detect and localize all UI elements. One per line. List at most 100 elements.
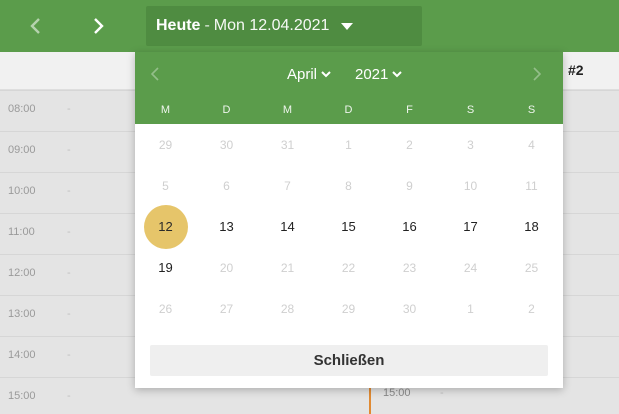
day-number: 18	[524, 219, 539, 234]
weekday-label: M	[160, 104, 171, 116]
weekday-header: MDMDFSS	[135, 98, 563, 122]
date-picker-popup: April 2021 MDMDFSS 29 30 31 1 2 3 4 5 6 7 8 9 10 11 12…	[135, 52, 563, 388]
day-number: 21	[280, 260, 295, 275]
day-number: 15	[341, 219, 356, 234]
day-number: 9	[406, 178, 413, 193]
day-number: 12	[143, 204, 188, 249]
day-cell: 11	[501, 165, 562, 206]
day-cell[interactable]: 14	[257, 206, 318, 247]
day-number: 2	[528, 301, 535, 316]
day-cell[interactable]: 15	[318, 206, 379, 247]
day-number: 31	[280, 137, 295, 152]
day-number: 2	[406, 137, 413, 152]
day-number: 13	[219, 219, 234, 234]
day-number: 29	[341, 301, 356, 316]
today-label: Heute	[156, 17, 201, 34]
day-number: 26	[158, 301, 173, 316]
day-cell: 4	[501, 124, 562, 165]
day-cell: 30	[379, 288, 440, 329]
time-dash: -	[67, 349, 71, 361]
day-number: 4	[528, 137, 535, 152]
day-number: 5	[162, 178, 169, 193]
day-number: 1	[467, 301, 474, 316]
year-select[interactable]: 2021	[355, 62, 403, 86]
next-day-button[interactable]	[68, 0, 130, 52]
day-cell[interactable]: 16	[379, 206, 440, 247]
day-number: 30	[219, 137, 234, 152]
day-number: 23	[402, 260, 417, 275]
time-label: 11:00	[8, 226, 35, 238]
chevron-left-icon	[151, 67, 159, 81]
selected-day[interactable]: 12	[135, 204, 196, 249]
previous-month-button[interactable]	[151, 62, 201, 86]
day-cell: 27	[196, 288, 257, 329]
weekday-label: D	[344, 104, 353, 116]
day-number: 16	[402, 219, 417, 234]
day-cell: 20	[196, 247, 257, 288]
time-label: 08:00	[8, 103, 36, 115]
day-number: 7	[284, 178, 291, 193]
toolbar: Heute - Mon 12.04.2021	[0, 0, 619, 52]
day-cell: 6	[196, 165, 257, 206]
day-number: 19	[158, 260, 173, 275]
popup-header: April 2021 M D M D F S S	[135, 52, 563, 124]
day-cell: 31	[257, 124, 318, 165]
day-cell: 23	[379, 247, 440, 288]
time-dash: -	[67, 185, 71, 197]
day-cell[interactable]: 17	[440, 206, 501, 247]
day-number: 10	[463, 178, 478, 193]
close-button[interactable]: Schließen	[150, 345, 548, 376]
time-dash: -	[67, 390, 71, 402]
day-cell: 1	[440, 288, 501, 329]
day-cell[interactable]: 19	[135, 247, 196, 288]
day-number: 8	[345, 178, 352, 193]
day-number: 1	[345, 137, 352, 152]
day-number: 6	[223, 178, 230, 193]
time-dash: -	[67, 308, 71, 320]
day-number: 20	[219, 260, 234, 275]
time-dash: -	[67, 267, 71, 279]
day-cell: 28	[257, 288, 318, 329]
time-label: 13:00	[8, 308, 36, 320]
month-label: April	[287, 65, 318, 83]
date-picker-button[interactable]: Heute - Mon 12.04.2021	[146, 6, 422, 46]
column-label: #2	[568, 62, 584, 78]
day-cell: 26	[135, 288, 196, 329]
chevron-right-icon	[533, 67, 541, 81]
chevron-down-icon	[321, 70, 331, 77]
chevron-left-icon	[30, 18, 40, 34]
day-cell: 2	[379, 124, 440, 165]
day-cell[interactable]: 18	[501, 206, 562, 247]
day-cell: 22	[318, 247, 379, 288]
previous-day-button[interactable]	[4, 0, 66, 52]
current-date: Mon 12.04.2021	[213, 17, 330, 34]
weekday-label: F	[406, 104, 413, 116]
month-select[interactable]: April	[287, 62, 331, 86]
time-label: 12:00	[8, 267, 36, 279]
next-month-button[interactable]	[525, 62, 549, 86]
day-number: 25	[524, 260, 539, 275]
chevron-right-icon	[94, 18, 104, 34]
weekday-label: M	[282, 104, 293, 116]
day-cell: 25	[501, 247, 562, 288]
day-number: 14	[280, 219, 295, 234]
day-cell: 1	[318, 124, 379, 165]
weekday-label: D	[222, 104, 231, 116]
event-time: 15:00	[383, 387, 411, 399]
chevron-down-icon	[392, 70, 403, 77]
time-dash: -	[67, 144, 71, 156]
time-dash: -	[67, 226, 71, 238]
day-number: 29	[158, 137, 173, 152]
time-label: 15:00	[8, 390, 36, 402]
day-number: 27	[219, 301, 234, 316]
day-number: 28	[280, 301, 295, 316]
day-cell: 29	[318, 288, 379, 329]
day-cell: 3	[440, 124, 501, 165]
day-number: 17	[463, 219, 478, 234]
day-cell: 8	[318, 165, 379, 206]
time-label: 10:00	[8, 185, 36, 197]
weekday-label: S	[527, 104, 536, 116]
day-cell[interactable]: 13	[196, 206, 257, 247]
day-number: 11	[525, 178, 538, 193]
day-cell: 24	[440, 247, 501, 288]
